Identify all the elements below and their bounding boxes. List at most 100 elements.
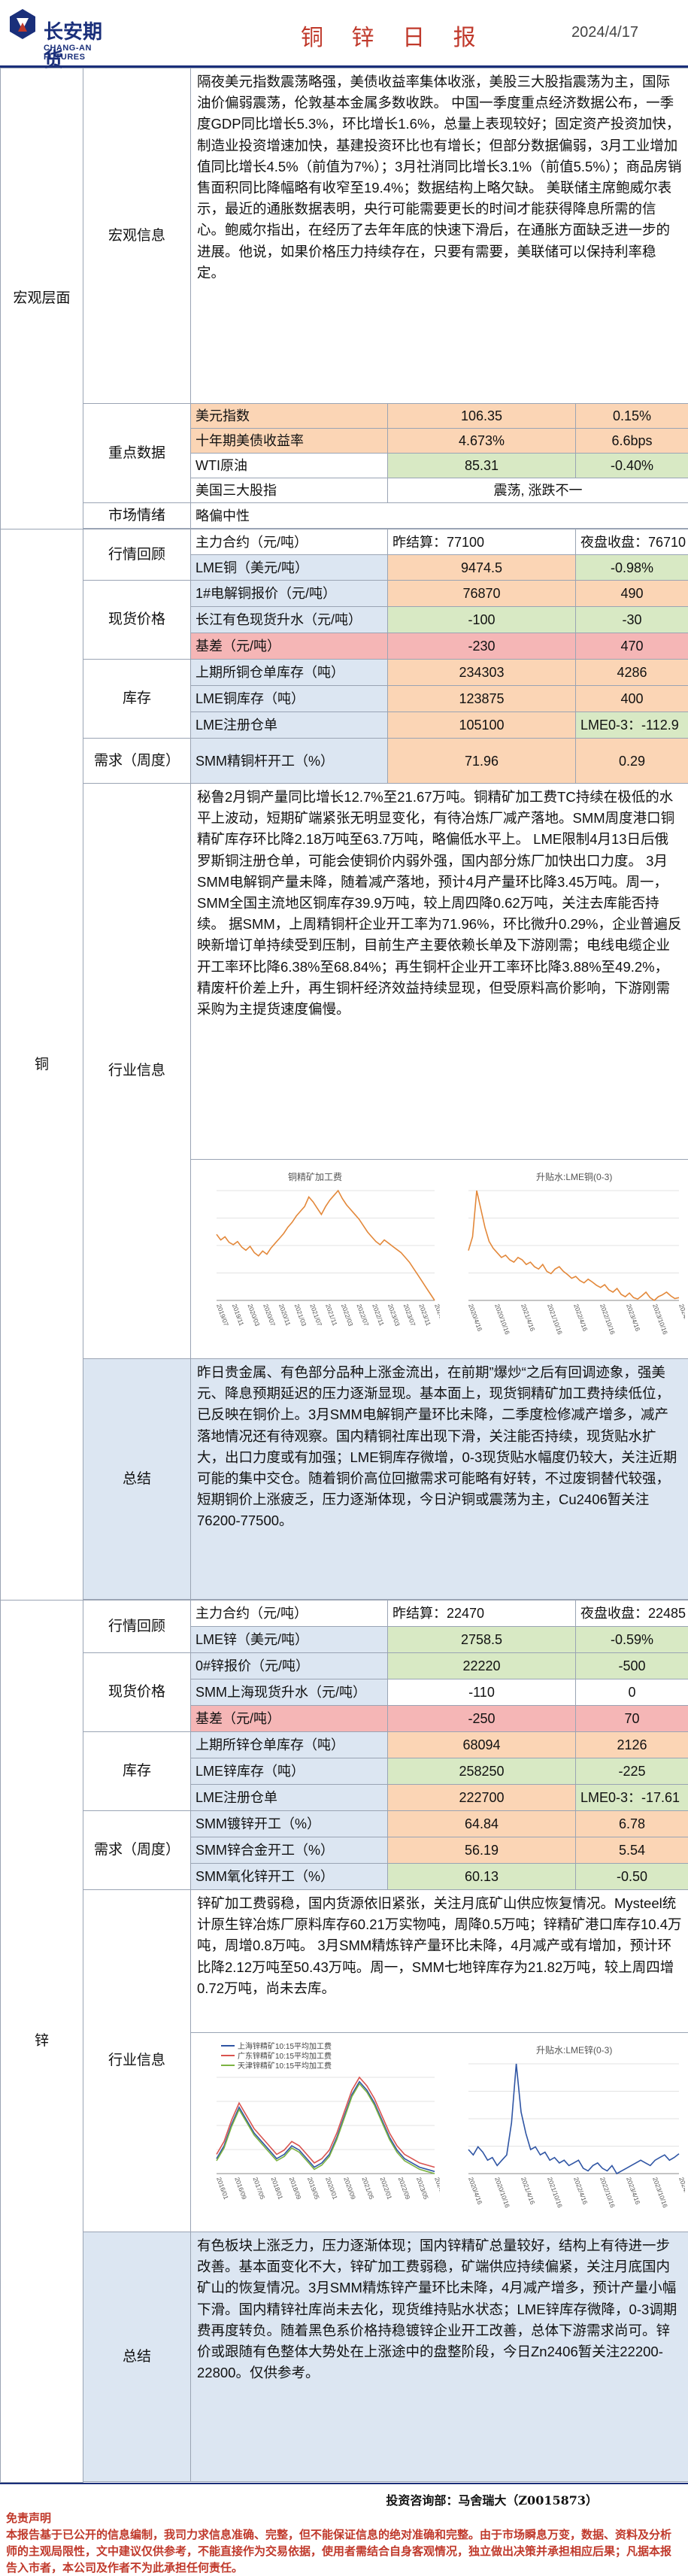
copper-stock-change: 400 (576, 686, 688, 712)
copper-review-label: 行情回顾 (83, 529, 191, 581)
macro-section-label: 宏观层面 (1, 68, 83, 529)
macro-info-label: 宏观信息 (83, 68, 191, 404)
company-name-en: CHANG-AN FUTURES (44, 44, 105, 62)
zinc-summary-text: 有色板块上涨乏力，压力逐渐体现；国内锌精矿总量较好，结构上有待进一步改善。基本面… (191, 2232, 688, 2482)
zinc-stock-name: 上期所锌仓单库存（吨） (191, 1732, 388, 1758)
zinc-stock-change: LME0-3：-17.61 (576, 1785, 688, 1811)
zinc-review-label: 行情回顾 (83, 1601, 191, 1653)
copper-charts: 铜精矿加工费2019/072019/112020/032020/072020/1… (191, 1160, 688, 1359)
market-mood-value: 略偏中性 (191, 503, 688, 529)
zinc-demand-change: -0.50 (576, 1864, 688, 1890)
zinc-spot-value: -110 (388, 1679, 576, 1706)
zinc-stock-name: LME锌库存（吨） (191, 1758, 388, 1785)
key-data-label: 重点数据 (83, 404, 191, 503)
copper-stock-change: LME0-3：-112.9 (576, 712, 688, 739)
copper-spot-name: 基差（元/吨） (191, 633, 388, 660)
company-logo: 长安期货 CHANG-AN FUTURES (8, 8, 105, 60)
report-date: 2024/4/17 (571, 24, 638, 41)
zinc-main-night: 夜盘收盘：22485 (576, 1601, 688, 1627)
copper-spot-change: 490 (576, 581, 688, 607)
copper-demand-name: SMM精铜杆开工（%） (191, 739, 388, 784)
copper-demand-label: 需求（周度） (83, 739, 191, 784)
zinc-spot-value: 22220 (388, 1653, 576, 1679)
copper-stock-change: 4286 (576, 660, 688, 686)
zinc-spot-value: -250 (388, 1706, 576, 1732)
copper-spot-value: -100 (388, 607, 576, 633)
disclaimer-text: 本报告基于已公开的信息编制，我司力求信息准确、完整，但不能保证信息的绝对准确和完… (6, 2526, 680, 2576)
copper-spot-name: 1#电解铜报价（元/吨） (191, 581, 388, 607)
macro-row-name: WTI原油 (191, 454, 388, 478)
zinc-spot-name: 基差（元/吨） (191, 1706, 388, 1732)
copper-lme-value: 9474.5 (388, 555, 576, 581)
copper-tc-chart: 铜精矿加工费2019/072019/112020/032020/072020/1… (194, 1165, 440, 1353)
zinc-lme-spread-chart: 升贴水:LME锌(0-3)2020/4/162020/10/162021/4/1… (446, 2038, 685, 2226)
legend-label: 上海锌精矿10:15平均加工费 (238, 2041, 332, 2051)
zinc-stock-change: 2126 (576, 1732, 688, 1758)
macro-row-change: 6.6bps (576, 429, 688, 454)
zinc-main-name: 主力合约（元/吨） (191, 1601, 388, 1627)
copper-main-night: 夜盘收盘：76710 (576, 529, 688, 555)
zinc-lme-change: -0.59% (576, 1627, 688, 1653)
zinc-section-label: 锌 (1, 1601, 83, 2483)
copper-lme-spread-chart: 升贴水:LME铜(0-3)2020/4/162020/10/162021/4/1… (446, 1165, 685, 1353)
report-table: 宏观层面 宏观信息 隔夜美元指数震荡略强，美债收益率集体收涨，美股三大股指震荡为… (0, 68, 688, 2483)
copper-lme-name: LME铜（美元/吨） (191, 555, 388, 581)
zinc-demand-value: 56.19 (388, 1837, 576, 1864)
logo-emblem-icon (8, 8, 38, 41)
zinc-lme-value: 2758.5 (388, 1627, 576, 1653)
macro-row-value: 106.35 (388, 404, 576, 429)
copper-main-settle: 昨结算：77100 (388, 529, 576, 555)
copper-spot-change: 470 (576, 633, 688, 660)
zinc-demand-label: 需求（周度） (83, 1811, 191, 1890)
zinc-industry-text: 锌矿加工费弱稳，国内货源依旧紧张，关注月底矿山供应恢复情况。Mysteel统计原… (191, 1890, 688, 2033)
macro-row-value: 4.673% (388, 429, 576, 454)
macro-row-name: 十年期美债收益率 (191, 429, 388, 454)
macro-row-value: 85.31 (388, 454, 576, 478)
copper-stock-value: 123875 (388, 686, 576, 712)
copper-spot-value: -230 (388, 633, 576, 660)
copper-stock-value: 105100 (388, 712, 576, 739)
zinc-demand-name: SMM镀锌开工（%） (191, 1811, 388, 1837)
macro-row-name: 美元指数 (191, 404, 388, 429)
zinc-stock-name: LME注册仓单 (191, 1785, 388, 1811)
zinc-spot-change: 0 (576, 1679, 688, 1706)
copper-stock-label: 库存 (83, 660, 191, 739)
macro-row-change: 震荡, 涨跌不一 (388, 478, 688, 503)
copper-industry-text: 秘鲁2月铜产量同比增长12.7%至21.67万吨。铜精矿加工费TC持续在极低的水… (191, 784, 688, 1160)
copper-spot-name: 长江有色现货升水（元/吨） (191, 607, 388, 633)
macro-row-change: -0.40% (576, 454, 688, 478)
zinc-charts: 上海锌精矿10:15平均加工费广东锌精矿10:15平均加工费天津锌精矿10:15… (191, 2033, 688, 2232)
copper-stock-name: 上期所铜仓单库存（吨） (191, 660, 388, 686)
copper-stock-name: LME铜库存（吨） (191, 686, 388, 712)
chart-title: 升贴水:LME锌(0-3) (536, 2045, 612, 2056)
copper-summary-label: 总结 (83, 1359, 191, 1600)
macro-info-text: 隔夜美元指数震荡略强，美债收益率集体收涨，美股三大股指震荡为主，国际油价偏弱震荡… (191, 68, 688, 404)
zinc-demand-change: 6.78 (576, 1811, 688, 1837)
zinc-tc-chart: 上海锌精矿10:15平均加工费广东锌精矿10:15平均加工费天津锌精矿10:15… (194, 2038, 440, 2226)
zinc-stock-value: 68094 (388, 1732, 576, 1758)
zinc-demand-change: 5.54 (576, 1837, 688, 1864)
copper-spot-change: -30 (576, 607, 688, 633)
zinc-stock-label: 库存 (83, 1732, 191, 1811)
analyst-info: 投资咨询部：马舍瑞大（Z0015873） (386, 2490, 598, 2508)
copper-main-name: 主力合约（元/吨） (191, 529, 388, 555)
chart-title: 铜精矿加工费 (288, 1171, 342, 1182)
zinc-industry-label: 行业信息 (83, 1890, 191, 2232)
copper-stock-value: 234303 (388, 660, 576, 686)
zinc-spot-name: SMM上海现货升水（元/吨） (191, 1679, 388, 1706)
zinc-demand-name: SMM锌合金开工（%） (191, 1837, 388, 1864)
zinc-spot-change: -500 (576, 1653, 688, 1679)
copper-lme-change: -0.98% (576, 555, 688, 581)
zinc-spot-label: 现货价格 (83, 1653, 191, 1732)
zinc-lme-name: LME锌（美元/吨） (191, 1627, 388, 1653)
disclaimer-block: 投资咨询部：马舍瑞大（Z0015873） 免责声明 本报告基于已公开的信息编制，… (0, 2483, 688, 2574)
legend-label: 广东锌精矿10:15平均加工费 (238, 2051, 332, 2061)
macro-row-change: 0.15% (576, 404, 688, 429)
zinc-stock-change: -225 (576, 1758, 688, 1785)
copper-spot-label: 现货价格 (83, 581, 191, 660)
zinc-stock-value: 258250 (388, 1758, 576, 1785)
chart-title: 升贴水:LME铜(0-3) (536, 1171, 612, 1182)
copper-demand-value: 71.96 (388, 739, 576, 784)
zinc-main-settle: 昨结算：22470 (388, 1601, 576, 1627)
market-mood-label: 市场情绪 (83, 503, 191, 529)
